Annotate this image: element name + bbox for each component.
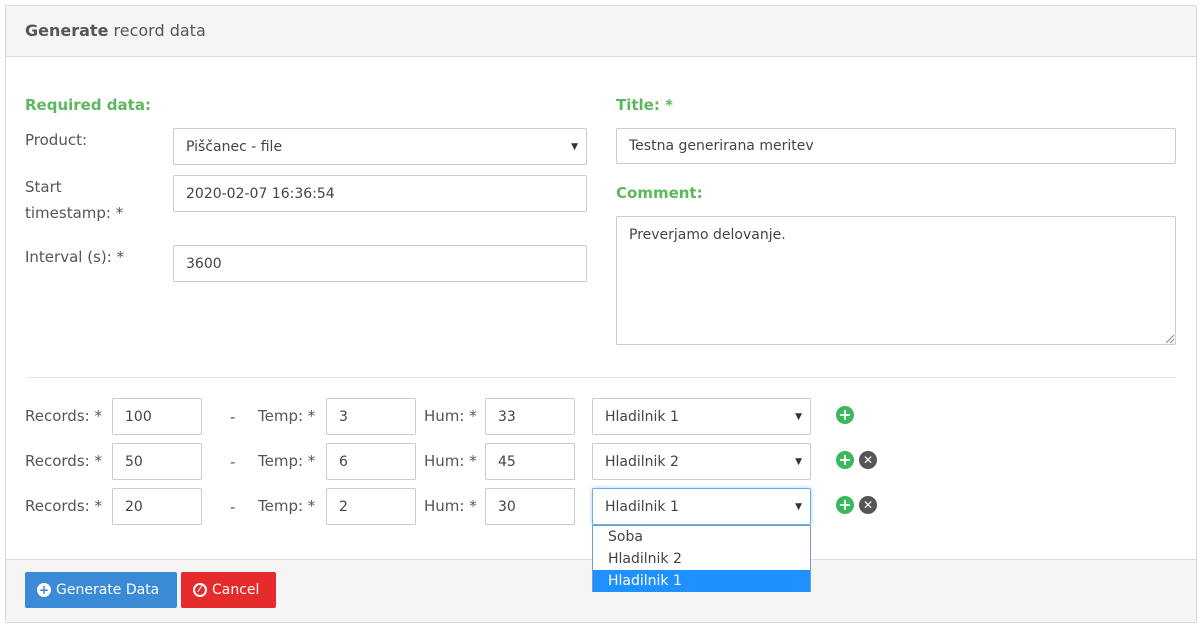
- panel-title-rest: record data: [108, 21, 206, 40]
- row-1-device-select[interactable]: Hladilnik 1 ▼: [592, 398, 811, 435]
- panel-header: Generate record data: [6, 6, 1196, 57]
- add-row-icon[interactable]: +: [836, 406, 854, 424]
- row-2-hum-input[interactable]: 45: [485, 443, 575, 480]
- product-label: Product:: [25, 131, 88, 149]
- row-2-records-input[interactable]: 50: [112, 443, 202, 480]
- panel-title-bold: Generate: [25, 21, 109, 40]
- row-2-device-select[interactable]: Hladilnik 2 ▼: [592, 443, 811, 480]
- row-3-temp-value: 2: [339, 498, 348, 515]
- row-3-records-input[interactable]: 20: [112, 488, 202, 525]
- dropdown-option-hladilnik-1[interactable]: Hladilnik 1: [593, 570, 810, 592]
- add-row-icon[interactable]: +: [836, 451, 854, 469]
- generate-data-button[interactable]: + Generate Data: [25, 572, 177, 608]
- row-1-records-label: Records: *: [25, 407, 102, 425]
- row-2-records-label: Records: *: [25, 452, 102, 470]
- row-1-hum-value: 33: [498, 408, 516, 425]
- row-1-dash: -: [230, 408, 236, 426]
- chevron-down-icon: ▼: [795, 501, 802, 512]
- ban-icon: ⁄: [193, 583, 207, 597]
- row-2-temp-label: Temp: *: [258, 452, 316, 470]
- chevron-down-icon: ▼: [795, 411, 802, 422]
- dropdown-option-soba[interactable]: Soba: [593, 526, 810, 548]
- cancel-button[interactable]: ⁄ Cancel: [181, 572, 276, 608]
- row-2-dash: -: [230, 453, 236, 471]
- title-value: Testna generirana meritev: [629, 138, 814, 154]
- row-3-device-select[interactable]: Hladilnik 1 ▼: [592, 488, 811, 525]
- row-1-records-input[interactable]: 100: [112, 398, 202, 435]
- interval-label: Interval (s): *: [25, 248, 125, 266]
- row-1-hum-label: Hum: *: [424, 407, 477, 425]
- row-3-records-value: 20: [125, 498, 143, 515]
- resize-handle-icon[interactable]: [1166, 335, 1174, 343]
- title-label: Title: *: [616, 96, 673, 114]
- section-divider: [26, 377, 1176, 378]
- comment-textarea[interactable]: Preverjamo delovanje.: [616, 216, 1176, 345]
- row-1-temp-label: Temp: *: [258, 407, 316, 425]
- generate-data-label: Generate Data: [56, 582, 160, 598]
- dropdown-option-hladilnik-2[interactable]: Hladilnik 2: [593, 548, 810, 570]
- remove-row-icon[interactable]: ✕: [859, 496, 877, 514]
- chevron-down-icon: ▼: [571, 141, 578, 152]
- row-3-temp-label: Temp: *: [258, 497, 316, 515]
- row-1-temp-input[interactable]: 3: [326, 398, 416, 435]
- product-select[interactable]: Piščanec - file ▼: [173, 128, 587, 165]
- title-input[interactable]: Testna generirana meritev: [616, 128, 1176, 164]
- interval-value: 3600: [186, 255, 222, 272]
- start-timestamp-label-line1: Start: [25, 178, 62, 196]
- comment-label: Comment:: [616, 184, 703, 202]
- row-3-hum-input[interactable]: 30: [485, 488, 575, 525]
- row-2-temp-input[interactable]: 6: [326, 443, 416, 480]
- row-3-temp-input[interactable]: 2: [326, 488, 416, 525]
- row-3-dash: -: [230, 498, 236, 516]
- cancel-label: Cancel: [212, 582, 260, 598]
- row-1-temp-value: 3: [339, 408, 348, 425]
- row-2-hum-value: 45: [498, 453, 516, 470]
- required-data-heading: Required data:: [25, 96, 151, 114]
- remove-row-icon[interactable]: ✕: [859, 451, 877, 469]
- start-timestamp-value: 2020-02-07 16:36:54: [186, 185, 335, 202]
- comment-value: Preverjamo delovanje.: [629, 227, 786, 243]
- plus-circle-icon: +: [37, 583, 51, 597]
- interval-input[interactable]: 3600: [173, 245, 587, 282]
- row-1-records-value: 100: [125, 408, 152, 425]
- row-3-hum-value: 30: [498, 498, 516, 515]
- generate-record-panel: Generate record data Required data: Prod…: [5, 5, 1197, 623]
- row-3-device-value: Hladilnik 1: [605, 498, 679, 515]
- row-2-device-value: Hladilnik 2: [605, 453, 679, 470]
- product-select-value: Piščanec - file: [186, 138, 283, 155]
- add-row-icon[interactable]: +: [836, 496, 854, 514]
- row-2-hum-label: Hum: *: [424, 452, 477, 470]
- row-2-temp-value: 6: [339, 453, 348, 470]
- row-1-hum-input[interactable]: 33: [485, 398, 575, 435]
- row-1-device-value: Hladilnik 1: [605, 408, 679, 425]
- row-2-records-value: 50: [125, 453, 143, 470]
- device-dropdown-list[interactable]: Soba Hladilnik 2 Hladilnik 1: [592, 525, 811, 592]
- row-3-hum-label: Hum: *: [424, 497, 477, 515]
- chevron-down-icon: ▼: [795, 456, 802, 467]
- row-3-records-label: Records: *: [25, 497, 102, 515]
- start-timestamp-label-line2: timestamp: *: [25, 204, 124, 222]
- start-timestamp-input[interactable]: 2020-02-07 16:36:54: [173, 175, 587, 212]
